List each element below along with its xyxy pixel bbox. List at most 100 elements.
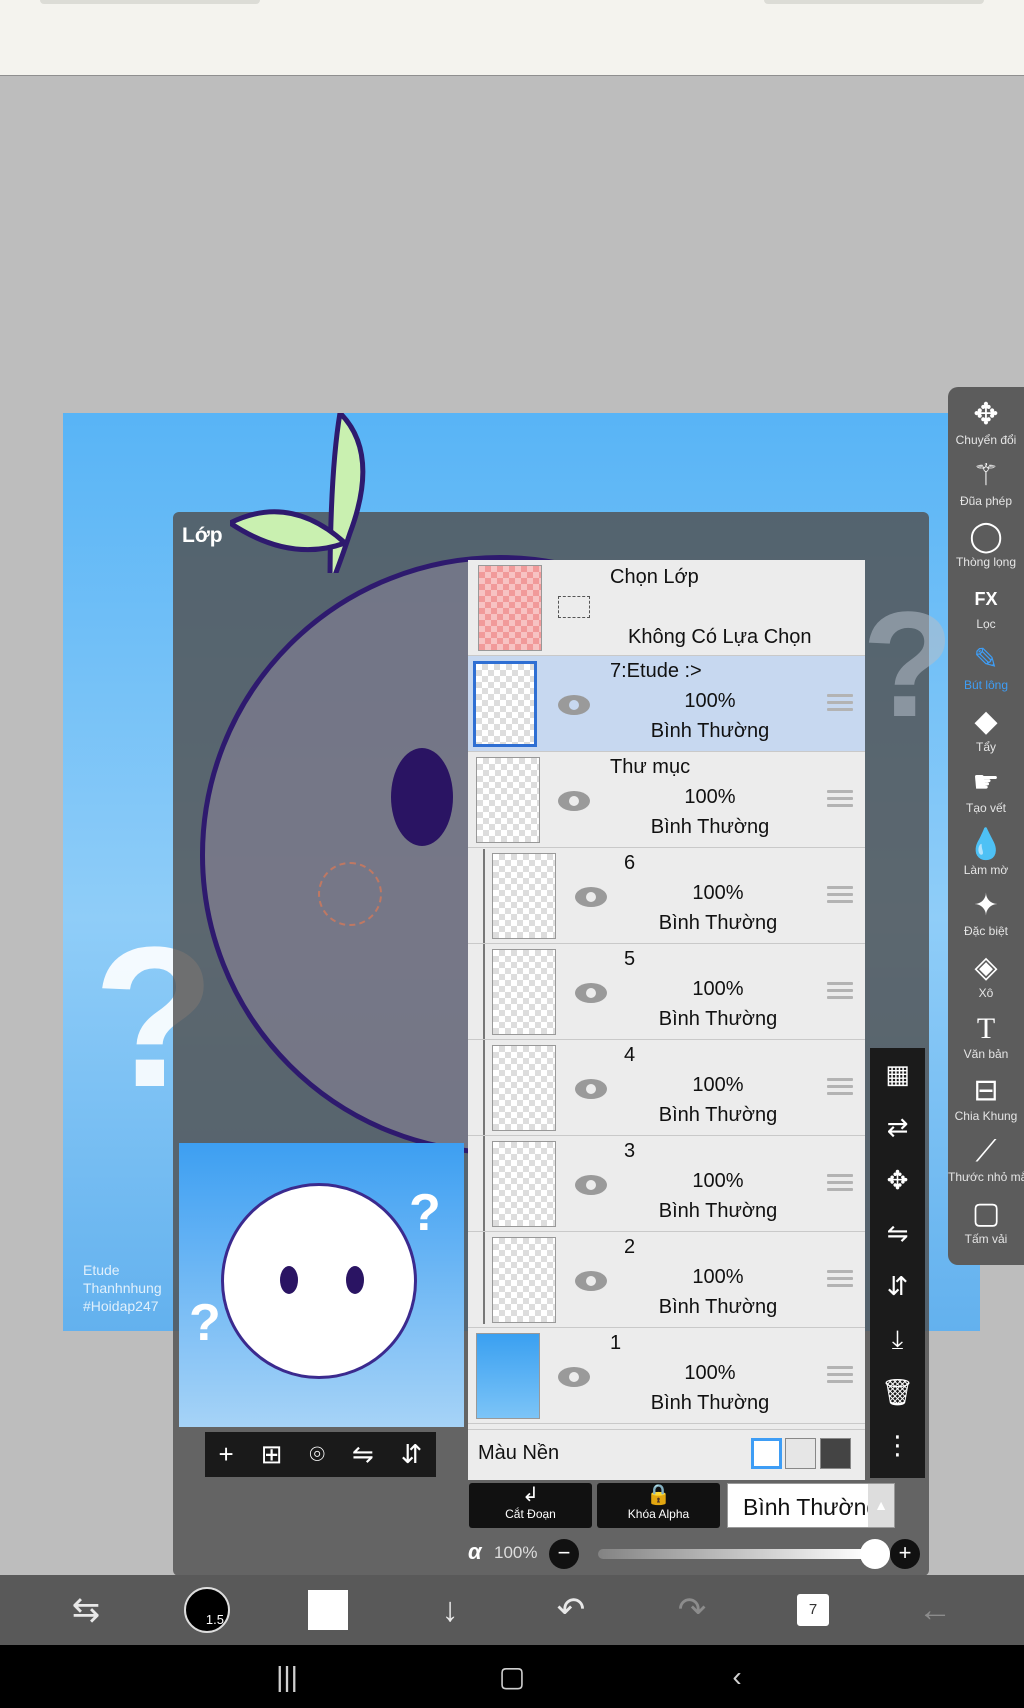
flip-vertical-icon[interactable]: ⇵ [401,1439,423,1470]
move-layer-icon[interactable]: ✥ [870,1154,925,1207]
layer-opacity: 100% [684,1362,736,1384]
camera-icon[interactable]: ⌾ [309,1439,325,1471]
layer-row[interactable]: 3 100% Bình Thường [468,1136,865,1232]
visibility-eye-icon[interactable] [574,886,608,908]
minus-button[interactable]: − [549,1539,579,1569]
alpha-slider-knob[interactable] [860,1539,890,1569]
tool-label: Văn bản [963,1047,1009,1061]
layer-opacity: 100% [692,978,744,1000]
preview-eye [280,1266,298,1294]
back-arrow-icon[interactable]: ← [895,1575,975,1645]
visibility-eye-icon[interactable] [574,1174,608,1196]
bg-white-swatch[interactable] [751,1438,782,1469]
visibility-eye-icon[interactable] [557,790,591,812]
blend-mode-select[interactable]: Bình Thường ▲ [727,1483,895,1528]
tool-blur[interactable]: 💧 Làm mờ [948,827,1024,889]
top-tab-left [40,0,260,4]
undo-icon[interactable]: ↶ [531,1575,611,1645]
layer-opacity: 100% [692,882,744,904]
home-icon[interactable]: ▢ [472,1645,552,1708]
visibility-eye-icon[interactable] [557,1366,591,1388]
tool-label: Tẩy [975,740,996,754]
preview-eye [346,1266,364,1294]
canvas-icon: ▢ [971,1197,1001,1230]
drag-handle-icon[interactable] [827,694,853,712]
tool-magic-wand[interactable]: ⚚ Đũa phép [948,458,1024,520]
alpha-slider[interactable] [598,1549,868,1559]
layer-name: 4 [624,1044,636,1066]
drag-handle-icon[interactable] [827,1366,853,1384]
bg-dark-swatch[interactable] [820,1438,851,1469]
plus-button[interactable]: + [890,1539,920,1569]
canvas-preview[interactable]: ? ? [179,1143,464,1427]
flip-vertical-icon[interactable]: ⇵ [870,1260,925,1313]
layer-row[interactable]: 7:Etude :> 100% Bình Thường [468,656,865,752]
current-color-swatch [308,1590,348,1630]
layer-row[interactable]: 2 100% Bình Thường [468,1232,865,1328]
drag-handle-icon[interactable] [827,886,853,904]
text-icon: T [976,1012,996,1045]
download-arrow-icon[interactable]: ↓ [410,1575,490,1645]
tool-label: Bút lông [963,678,1009,692]
drag-handle-icon[interactable] [827,1078,853,1096]
add-layer-icon[interactable]: + [218,1439,233,1470]
layer-mode: Bình Thường [658,912,778,934]
panel-title: Lớp [182,524,223,547]
tool-filter[interactable]: FX Lọc [948,581,1024,643]
back-icon[interactable]: ‹ [697,1645,777,1708]
tool-eyedropper[interactable]: ⟋ Thước nhỏ mắt [948,1134,1024,1196]
layer-row[interactable]: 1 100% Bình Thường [468,1328,865,1424]
tool-label: Thước nhỏ mắt [948,1170,1024,1184]
tool-bucket[interactable]: ◈ Xô [948,950,1024,1012]
alpha-lock-button[interactable]: 🔒 Khóa Alpha [597,1483,720,1528]
layer-mode: Bình Thường [650,1392,770,1414]
drag-handle-icon[interactable] [827,982,853,1000]
layer-row[interactable]: 5 100% Bình Thường [468,944,865,1040]
trash-icon[interactable]: 🗑 [870,1366,925,1419]
clip-button[interactable]: ↲ Cắt Đoạn [469,1483,592,1528]
color-button[interactable] [288,1575,368,1645]
layer-row[interactable]: 6 100% Bình Thường [468,848,865,944]
flip-horizontal-icon[interactable]: ⇋ [352,1439,374,1470]
tool-label: Làm mờ [963,863,1009,877]
redo-icon[interactable]: ↷ [652,1575,732,1645]
tool-eraser[interactable]: ◆ Tẩy [948,704,1024,766]
chevron-up-icon[interactable]: ▲ [868,1484,894,1527]
checker-icon[interactable]: ▦ [870,1048,925,1101]
drag-handle-icon[interactable] [827,1174,853,1192]
tool-transform[interactable]: ✥ Chuyển đổi [948,397,1024,459]
drag-handle-icon[interactable] [827,1270,853,1288]
selection-title: Chọn Lớp [610,566,699,588]
tool-special[interactable]: ✦ Đặc biệt [948,888,1024,950]
layer-name: 3 [624,1140,636,1162]
layer-row[interactable]: Thư mục 100% Bình Thường [468,752,865,848]
layers-count-button[interactable]: 7 [773,1575,853,1645]
layer-row[interactable]: 4 100% Bình Thường [468,1040,865,1136]
tool-brush[interactable]: ✎ Bút lông [948,642,1024,704]
flip-horizontal-icon[interactable]: ⇋ [870,1207,925,1260]
more-icon[interactable]: ⋮ [870,1419,925,1472]
layer-swap-icon[interactable]: ⇄ [870,1101,925,1154]
tool-canvas[interactable]: ▢ Tấm vải [948,1196,1024,1258]
tool-text[interactable]: T Văn bản [948,1011,1024,1073]
bg-transparent-swatch[interactable] [785,1438,816,1469]
visibility-eye-icon[interactable] [574,1270,608,1292]
brush-size-button[interactable]: 1.5 [167,1575,247,1645]
layer-side-tools: ▦ ⇄ ✥ ⇋ ⇵ ⤓ 🗑 ⋮ [870,1048,925,1478]
visibility-eye-icon[interactable] [574,982,608,1004]
drag-handle-icon[interactable] [827,790,853,808]
leaf-sprout-art [230,413,366,573]
selection-layer-row[interactable]: Chọn Lớp Không Có Lựa Chọn [468,560,865,656]
layer-mode: Bình Thường [658,1296,778,1318]
tool-label: Thòng lọng [955,555,1017,569]
tool-frame-divider[interactable]: ⊟ Chia Khung [948,1073,1024,1135]
tool-smudge[interactable]: ☛ Tạo vết [948,765,1024,827]
add-layer-box-icon[interactable]: ⊞ [261,1439,283,1470]
layer-mode: Bình Thường [658,1104,778,1126]
visibility-eye-icon[interactable] [574,1078,608,1100]
recents-icon[interactable]: ||| [247,1645,327,1708]
merge-down-icon[interactable]: ⤓ [870,1313,925,1366]
swap-tool-icon[interactable]: ⇆ [46,1575,126,1645]
visibility-eye-icon[interactable] [557,694,591,716]
tool-lasso[interactable]: ◯ Thòng lọng [948,519,1024,581]
